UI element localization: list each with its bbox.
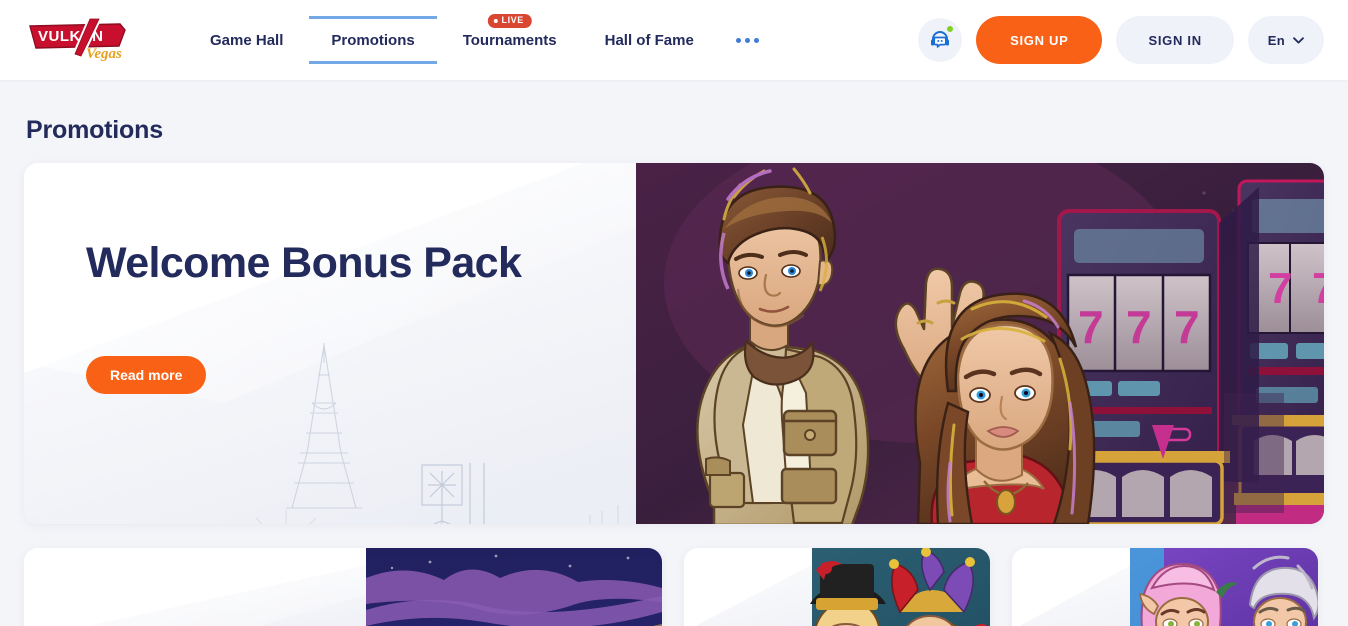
- online-status-dot: [946, 25, 955, 33]
- dot-icon: [744, 37, 750, 43]
- page-title: Promotions: [26, 116, 163, 144]
- promo-card-list: [24, 548, 1324, 626]
- main-navigation: Game Hall Promotions LIVE Tournaments Ha…: [186, 0, 777, 80]
- header-actions: SIGN UP SIGN IN En: [918, 16, 1348, 64]
- nav-item-promotions[interactable]: Promotions: [307, 0, 438, 80]
- hero-content: Welcome Bonus Pack Read more: [86, 239, 522, 395]
- live-badge-label: LIVE: [501, 15, 524, 25]
- page-body: Promotions 7 7 7 7 Welcome Bonus Pack Re…: [0, 80, 1348, 626]
- hero-read-more-button[interactable]: Read more: [86, 356, 207, 395]
- dot-icon: [735, 37, 741, 43]
- sign-in-button[interactable]: SIGN IN: [1116, 16, 1234, 64]
- promo-card-2[interactable]: [684, 548, 990, 626]
- nav-label: Promotions: [331, 31, 415, 49]
- live-badge: LIVE: [487, 14, 532, 28]
- language-label: En: [1267, 32, 1285, 48]
- nav-label: Game Hall: [210, 31, 284, 49]
- promo-card-1-artwork: [24, 548, 662, 626]
- brand-logo[interactable]: VULKAN Vegas: [0, 16, 160, 64]
- nav-label: Hall of Fame: [604, 31, 694, 49]
- svg-text:7: 7: [1174, 301, 1200, 353]
- nav-item-tournaments[interactable]: LIVE Tournaments: [439, 0, 581, 80]
- dot-icon: [753, 37, 759, 43]
- promo-card-2-artwork: [684, 548, 990, 626]
- support-chat-button[interactable]: [918, 18, 963, 62]
- language-selector[interactable]: En: [1247, 16, 1324, 64]
- svg-text:7: 7: [1078, 301, 1104, 353]
- hero-promo-banner[interactable]: WELCOME LAS VEGAS: [24, 163, 1324, 524]
- nav-label: Tournaments: [462, 31, 557, 49]
- nav-more-menu-button[interactable]: [718, 0, 777, 80]
- promo-card-3[interactable]: [1012, 548, 1318, 626]
- promo-card-3-artwork: [1012, 548, 1318, 626]
- chevron-down-icon: [1293, 36, 1304, 43]
- nav-item-game-hall[interactable]: Game Hall: [186, 0, 307, 80]
- svg-text:7: 7: [1312, 264, 1324, 313]
- hero-title: Welcome Bonus Pack: [86, 239, 522, 287]
- promo-card-1[interactable]: [24, 548, 662, 626]
- sign-up-button[interactable]: SIGN UP: [976, 16, 1103, 64]
- live-dot-icon: [493, 18, 498, 23]
- site-header: VULKAN Vegas Game Hall Promotions LIVE T…: [0, 0, 1348, 80]
- svg-text:7: 7: [1126, 301, 1152, 353]
- vulkan-vegas-logo: VULKAN Vegas: [29, 18, 126, 62]
- svg-text:Vegas: Vegas: [86, 46, 122, 62]
- nav-item-hall-of-fame[interactable]: Hall of Fame: [581, 0, 718, 80]
- svg-text:7: 7: [1268, 264, 1292, 313]
